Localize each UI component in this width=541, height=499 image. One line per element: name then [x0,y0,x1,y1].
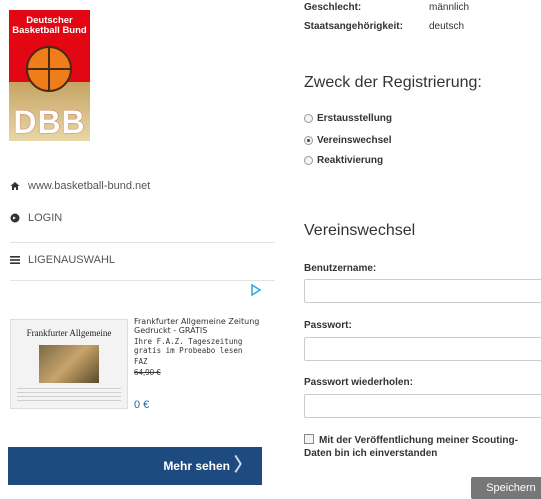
chevron-right-icon: 〉 [234,455,252,475]
consent-label: Mit der Veröffentlichung meiner Scouting… [304,435,518,459]
password-repeat-input[interactable] [304,394,541,418]
nav-divider [10,280,275,281]
ad-photo [39,345,99,383]
ad-text: Frankfurter Allgemeine Zeitung Gedruckt … [134,317,262,377]
info-value: männlich [429,2,470,13]
ad-price: 0 € [134,399,150,411]
registration-form: Geschlecht: männlich Staatsangehörigkeit… [277,0,541,499]
ad-description: Ihre F.A.Z. Tageszeitung gratis im Probe… [134,337,243,355]
home-icon [10,181,20,191]
nav-item-ligenauswahl[interactable]: LIGENAUSWAHL [10,254,275,266]
radio-label: Erstausstellung [317,113,393,124]
ad-source: FAZ [134,357,148,366]
radio-button[interactable] [304,114,313,123]
radio-reaktivierung[interactable]: Reaktivierung [304,155,383,166]
login-icon [10,213,20,223]
username-input[interactable] [304,279,541,303]
consent-checkbox[interactable] [304,434,314,444]
ad-cta-label: Mehr sehen [163,459,230,473]
save-button[interactable]: Speichern [471,477,541,499]
password-input[interactable] [304,337,541,361]
username-label: Benutzername: [304,263,377,274]
radio-label: Reaktivierung [317,155,384,166]
radio-vereinswechsel[interactable]: Vereinswechsel [304,135,392,146]
info-key: Staatsangehörigkeit: [304,21,403,32]
purpose-heading: Zweck der Registrierung: [304,74,482,91]
sidebar: Deutscher Basketball Bund DBB www.basket… [0,0,277,495]
info-value: deutsch [429,21,465,32]
info-key: Geschlecht: [304,2,362,13]
ad-masthead: Frankfurter Allgemeine [26,328,112,338]
ad-text-lines [17,388,121,404]
basketball-icon [26,46,72,92]
nav-item-label: LOGIN [28,212,63,224]
logo-abbr: DBB [13,104,86,140]
radio-button[interactable] [304,156,313,165]
password-label: Passwort: [304,320,352,331]
ad-title[interactable]: Frankfurter Allgemeine Zeitung Gedruckt … [134,317,262,335]
radio-button[interactable] [304,136,313,145]
nav-item-label: LIGENAUSWAHL [28,254,116,266]
nav-item-login[interactable]: LOGIN [10,212,275,224]
info-row-nationality: Staatsangehörigkeit: deutsch [304,21,464,32]
nav-item-website[interactable]: www.basketball-bund.net [10,180,275,192]
info-row-gender: Geschlecht: männlich [304,2,469,13]
ad-cta-button[interactable]: Mehr sehen 〉 [8,447,262,485]
section-heading: Vereinswechsel [304,222,416,239]
consent-checkbox-row[interactable]: Mit der Veröffentlichung meiner Scouting… [304,434,541,460]
logo-org-name: Deutscher Basketball Bund [12,15,87,36]
ad-old-price: 64,90 € [134,368,161,377]
password-repeat-label: Passwort wiederholen: [304,377,413,388]
ad-newspaper-image[interactable]: Frankfurter Allgemeine [10,319,128,409]
advertisement[interactable]: Frankfurter Allgemeine Frankfurter Allge… [8,282,262,487]
dbb-logo[interactable]: Deutscher Basketball Bund DBB [9,10,90,141]
radio-erstausstellung[interactable]: Erstausstellung [304,113,392,124]
list-icon [10,255,20,265]
radio-label: Vereinswechsel [317,135,392,146]
adchoices-icon[interactable] [250,283,262,297]
nav-item-label: www.basketball-bund.net [28,180,151,192]
nav-divider [10,242,275,243]
